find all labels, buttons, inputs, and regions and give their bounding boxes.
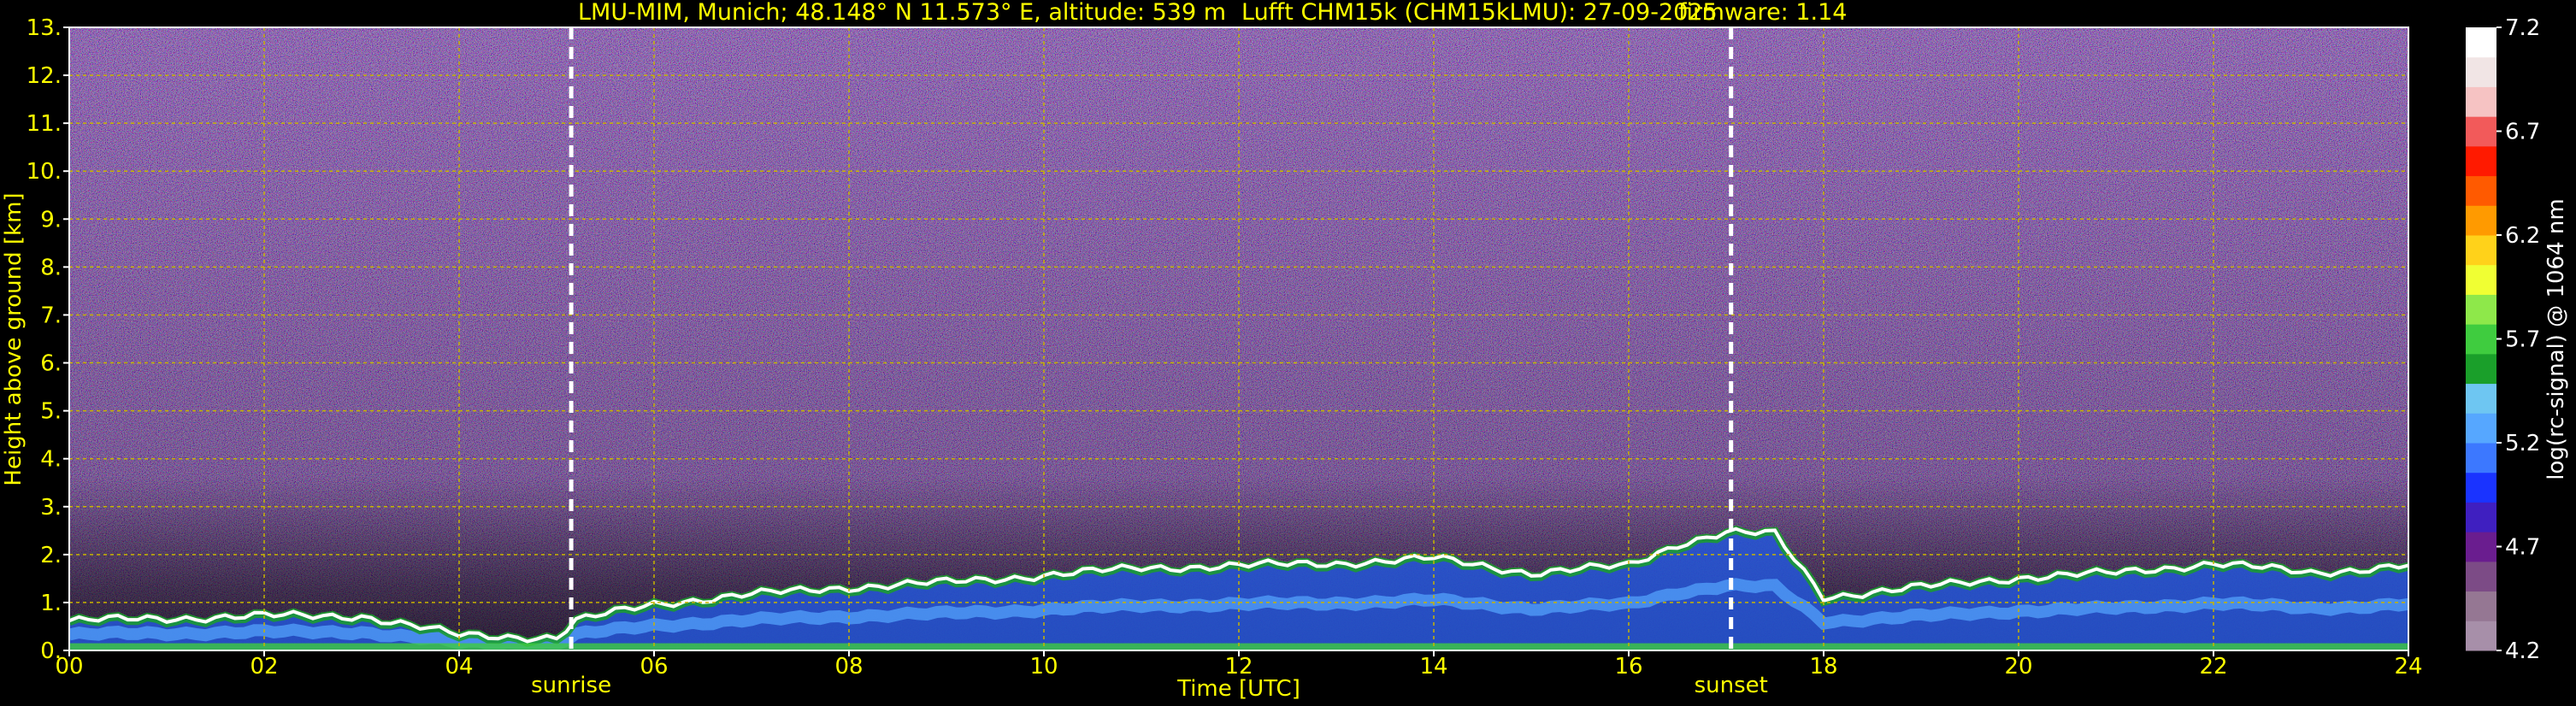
x-axis-ticks: 00 02 04 06 08 10 12 14 16 18 20 22 24 [55,650,2423,680]
colorbar-tick-label: 4.7 [2505,535,2540,561]
y-axis-label: Height above ground [km] [1,192,27,485]
colorbar-swatch [2466,502,2496,532]
x-tick-label: 06 [640,654,668,680]
x-tick-label: 20 [2004,654,2032,680]
y-tick-label: 9. [40,207,62,232]
y-tick-label: 2. [40,543,62,568]
y-tick-label: 3. [40,495,62,521]
colorbar-swatch [2466,264,2496,295]
colorbar-label: log(rc-signal) @ 1064 nm [2544,198,2569,479]
x-tick-label: 04 [445,654,473,680]
title-instrument: Lufft CHM15k (CHM15kLMU): 27-09-2025 [1241,0,1718,26]
colorbar-swatch [2466,413,2496,444]
colorbar-tick-label: 6.2 [2505,223,2540,249]
sunset-label: sunset [1695,673,1768,698]
colorbar-swatch [2466,116,2496,147]
title-firmware: firmware: 1.14 [1678,0,1847,26]
y-tick-label: 4. [40,447,62,473]
colorbar-swatch [2466,621,2496,651]
colorbar-tick-label: 5.2 [2505,431,2540,456]
title-location: LMU-MIM, Munich; 48.148° N 11.573° E, al… [578,0,1226,26]
colorbar-tick-label: 6.7 [2505,120,2540,145]
colorbar-swatch [2466,205,2496,236]
y-tick-label: 11. [27,111,62,137]
colorbar-swatch [2466,86,2496,117]
x-tick-label: 24 [2394,654,2422,680]
colorbar-swatch [2466,383,2496,414]
colorbar-swatch [2466,175,2496,206]
x-axis-label: Time [UTC] [1176,676,1300,702]
colorbar-swatch [2466,472,2496,503]
x-tick-label: 10 [1029,654,1058,680]
x-tick-label: 22 [2199,654,2227,680]
y-tick-label: 1. [40,591,62,616]
colorbar-swatch [2466,145,2496,177]
y-axis-ticks: 0.1.2.3.4.5.6.7.8.9.10.11.12.13. [27,15,69,664]
y-tick-label: 8. [40,255,62,280]
y-tick-label: 5. [40,399,62,425]
x-tick-label: 02 [250,654,278,680]
y-tick-label: 6. [40,351,62,377]
y-tick-label: 13. [27,15,62,41]
y-tick-label: 7. [40,303,62,328]
colorbar-swatch [2466,532,2496,562]
colorbar-swatch [2466,56,2496,87]
ceilometer-chart: LMU-MIM, Munich; 48.148° N 11.573° E, al… [1,0,2569,702]
x-tick-label: 08 [834,654,863,680]
colorbar-swatch [2466,235,2496,266]
x-tick-label: 18 [1809,654,1837,680]
colorbar-swatch [2466,561,2496,592]
x-tick-label: 14 [1419,654,1447,680]
colorbar-swatch [2466,353,2496,385]
colorbar-tick-label: 5.7 [2505,327,2540,353]
colorbar: 4.2 4.7 5.2 5.7 6.2 6.7 7.2 [2466,15,2540,664]
colorbar-tick-label: 4.2 [2505,638,2540,664]
colorbar-swatch [2466,27,2496,58]
colorbar-swatch [2466,591,2496,621]
colorbar-swatch [2466,294,2496,325]
x-tick-label: 16 [1614,654,1642,680]
colorbar-tick-label: 7.2 [2505,15,2540,41]
x-tick-label: 00 [55,654,83,680]
y-tick-label: 10. [27,159,62,185]
sunrise-label: sunrise [531,673,611,698]
y-tick-label: 12. [27,63,62,89]
colorbar-swatch [2466,443,2496,474]
colorbar-swatch [2466,324,2496,355]
